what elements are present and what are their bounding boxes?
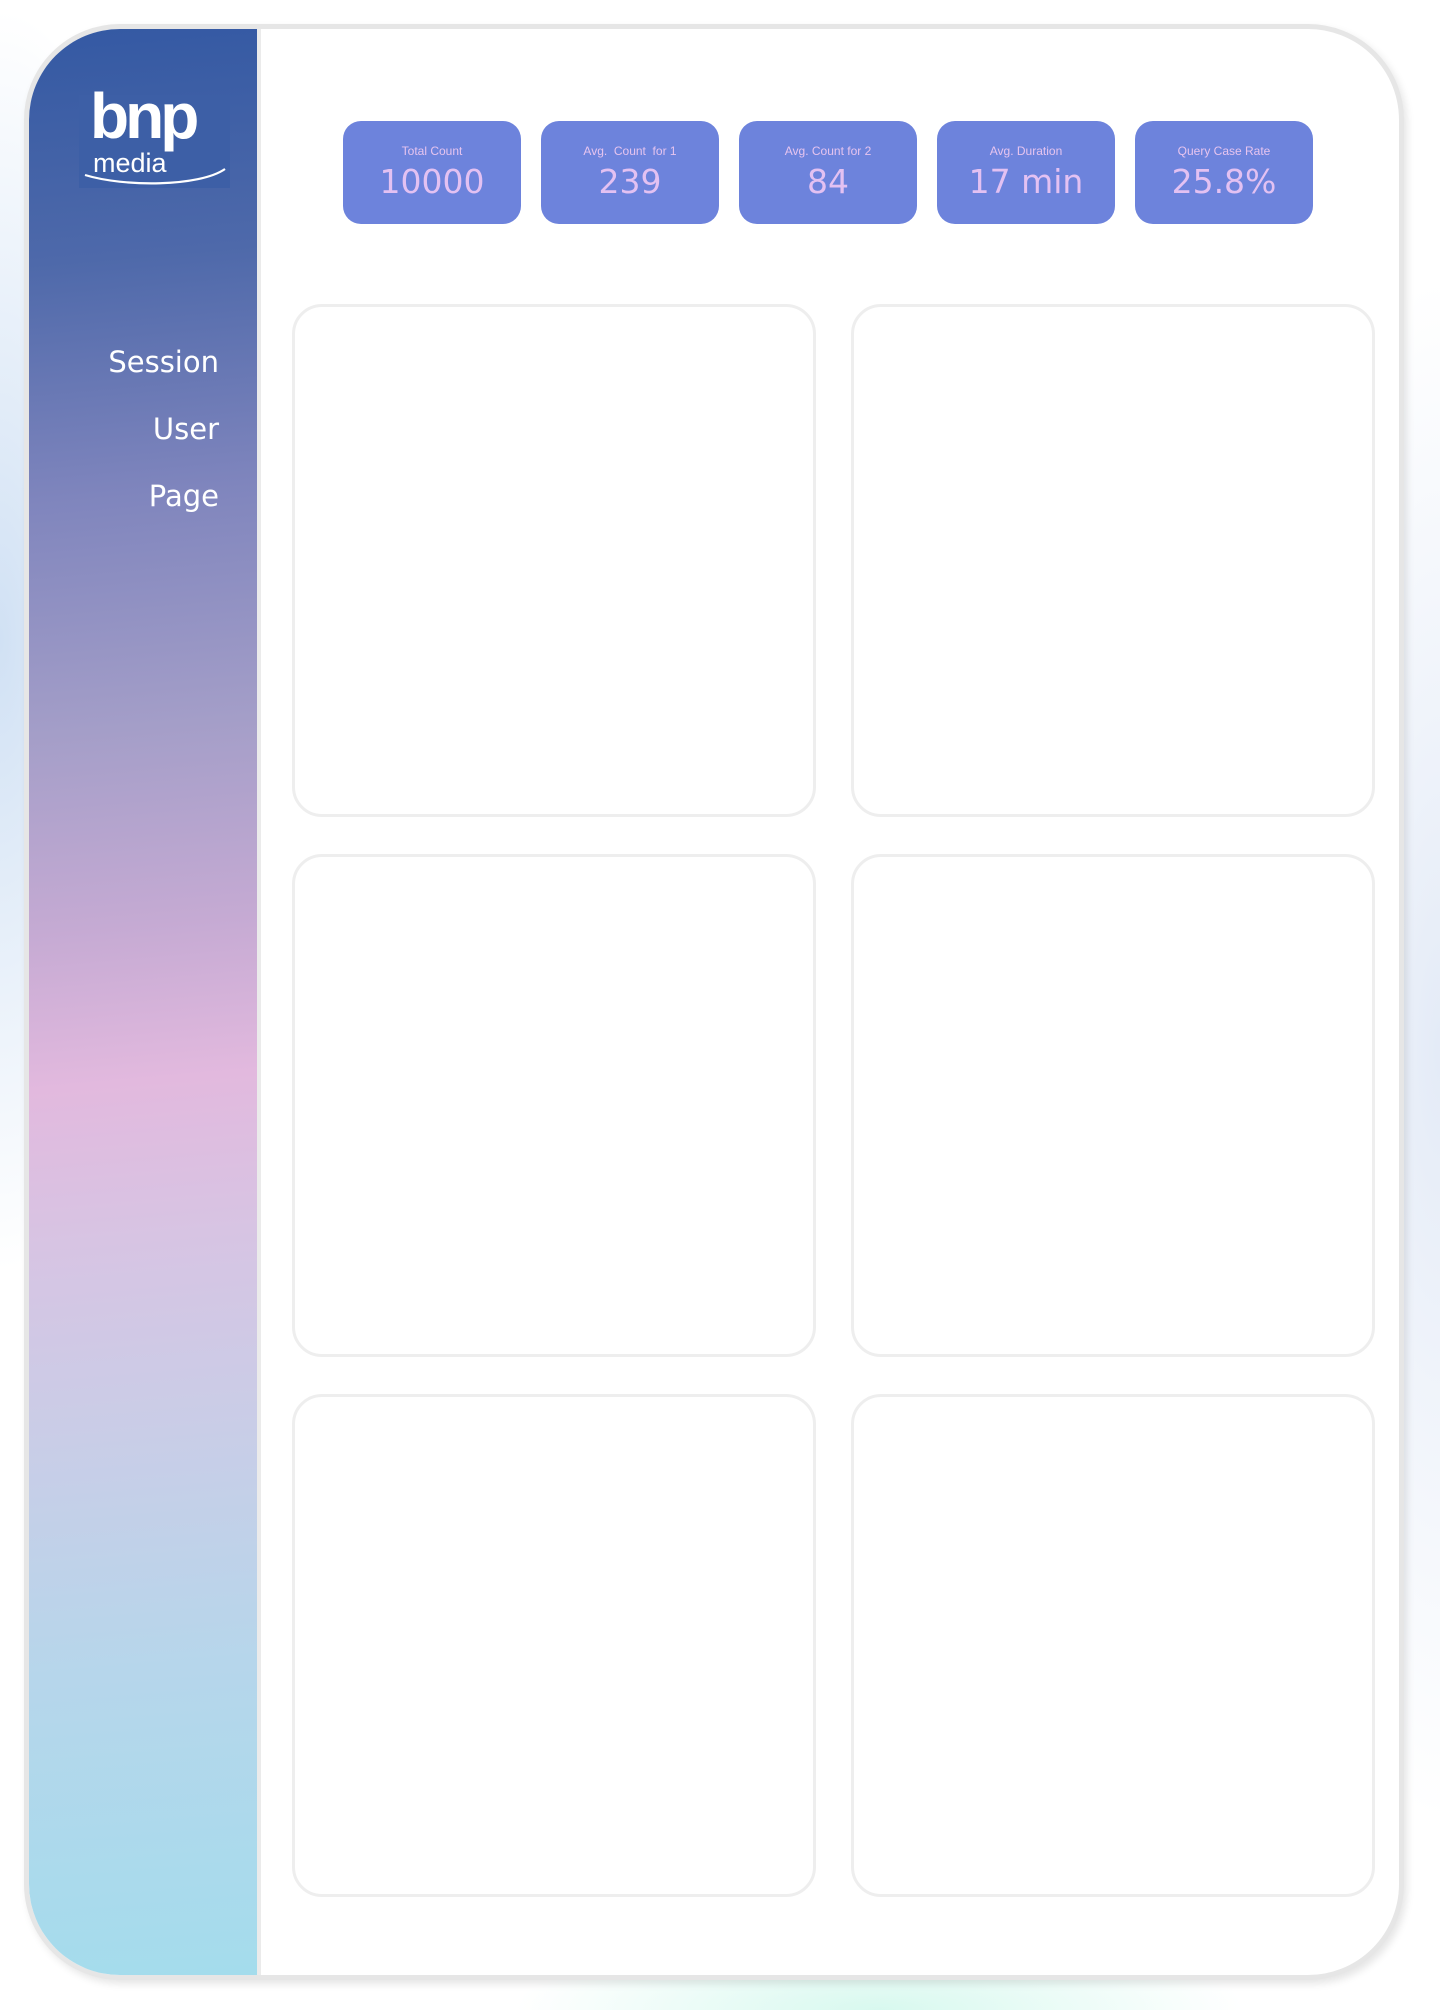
kpi-card-total-count: Total Count 10000 [343, 121, 521, 224]
kpi-label: Query Case Rate [1177, 144, 1271, 158]
kpi-label: Avg. Count for 2 [784, 144, 872, 158]
nav-item-page[interactable]: Page [108, 463, 219, 530]
kpi-label: Avg. Duration [989, 144, 1063, 158]
kpi-value: 84 [807, 162, 849, 201]
kpi-card-query-case-rate: Query Case Rate 25.8% [1135, 121, 1313, 224]
kpi-label: Total Count [401, 144, 463, 158]
logo-swoosh-icon [84, 168, 226, 185]
chart-panel-6 [851, 1394, 1375, 1897]
kpi-card-avg-count-1: Avg. Count for 1 239 [541, 121, 719, 224]
nav-item-session[interactable]: Session [108, 329, 219, 396]
dashboard-frame: bnp media Session User Page Total Count … [24, 24, 1404, 1980]
kpi-label: Avg. Count for 1 [583, 144, 677, 158]
bnp-media-logo[interactable]: bnp media [79, 84, 230, 188]
nav-item-user[interactable]: User [108, 396, 219, 463]
kpi-value: 239 [598, 162, 662, 201]
chart-panel-5 [292, 1394, 816, 1897]
chart-panel-4 [851, 854, 1375, 1357]
kpi-card-avg-count-2: Avg. Count for 2 84 [739, 121, 917, 224]
kpi-value: 17 min [968, 162, 1084, 201]
chart-panel-3 [292, 854, 816, 1357]
kpi-card-avg-duration: Avg. Duration 17 min [937, 121, 1115, 224]
chart-panel-2 [851, 304, 1375, 817]
sidebar-nav: Session User Page [108, 329, 219, 530]
sidebar: bnp media Session User Page [29, 29, 261, 1975]
chart-panel-1 [292, 304, 816, 817]
kpi-value: 25.8% [1171, 162, 1277, 201]
kpi-value: 10000 [379, 162, 485, 201]
kpi-row: Total Count 10000 Avg. Count for 1 239 A… [343, 121, 1313, 224]
